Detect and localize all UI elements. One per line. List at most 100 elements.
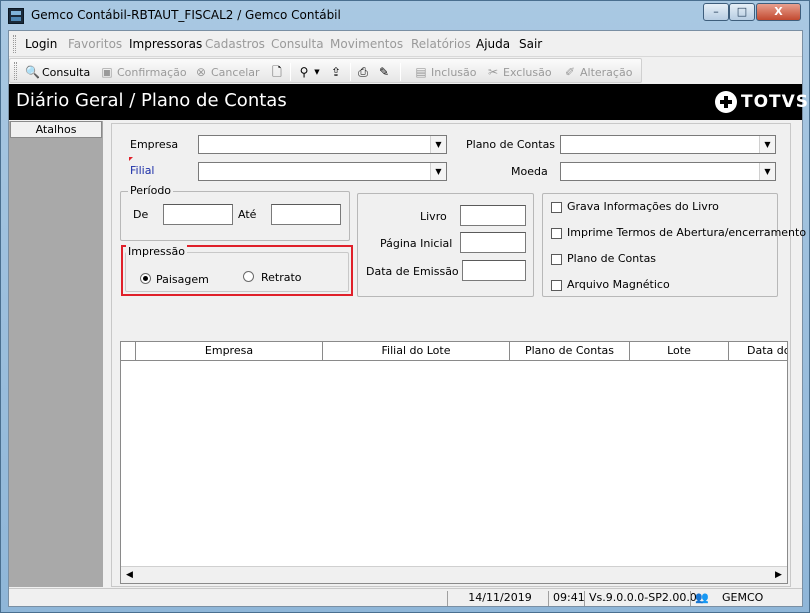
arquivo-magnetico-label[interactable]: Arquivo Magnético (567, 278, 670, 291)
menu-sair[interactable]: Sair (519, 37, 542, 51)
chevron-down-icon[interactable]: ▼ (430, 163, 446, 180)
menu-consulta[interactable]: Consulta (271, 37, 324, 51)
retrato-label[interactable]: Retrato (261, 271, 302, 284)
minimize-button[interactable]: – (703, 3, 729, 21)
consulta-label: Consulta (42, 65, 91, 79)
menu-login[interactable]: Login (25, 37, 57, 51)
binoculars-icon: ⚲ (299, 65, 309, 79)
menu-ajuda[interactable]: Ajuda (476, 37, 510, 51)
empresa-label: Empresa (130, 138, 179, 151)
plano-contas-checkbox[interactable] (551, 254, 562, 265)
app-icon (8, 8, 24, 24)
livro-group: Livro Página Inicial Data de Emissão (357, 193, 534, 297)
imprime-termos-checkbox[interactable] (551, 228, 562, 239)
retrato-radio[interactable] (243, 271, 254, 282)
cancelar-label: Cancelar (211, 65, 260, 79)
alteracao-button[interactable]: ✐ Alteração (563, 64, 632, 80)
plano-contas-select[interactable]: ▼ (560, 135, 776, 154)
search-button[interactable]: ⚲ ▼ (297, 64, 320, 80)
arquivo-magnetico-checkbox[interactable] (551, 280, 562, 291)
options-group: Grava Informações do Livro Imprime Termo… (542, 193, 806, 297)
grava-informacoes-label[interactable]: Grava Informações do Livro (567, 200, 719, 213)
main-panel: Empresa ▼ Filial ▼ Plano de Contas ▼ Moe… (111, 123, 806, 587)
moeda-label: Moeda (511, 165, 548, 178)
data-grid[interactable]: Empresa Filial do Lote Plano de Contas L… (120, 341, 788, 584)
chevron-down-icon[interactable]: ▼ (759, 136, 775, 153)
periodo-group: Período De Até (120, 184, 350, 241)
chevron-down-icon[interactable]: ▼ (759, 163, 775, 180)
scroll-right-icon[interactable]: ▶ (770, 567, 787, 583)
grid-header-indicator[interactable] (121, 342, 136, 360)
impressao-legend: Impressão (126, 245, 187, 258)
grava-informacoes-checkbox[interactable] (551, 202, 562, 213)
print-button[interactable]: ⎙ (356, 64, 370, 80)
toolbar-separator (400, 63, 401, 81)
add-record-icon: ▤ (415, 65, 427, 79)
app-window: Gemco Contábil-RBTAUT_FISCAL2 / Gemco Co… (0, 0, 810, 613)
totvs-logo-icon (715, 91, 737, 113)
client-area: Login Favoritos Impressoras Cadastros Co… (8, 30, 808, 607)
new-document-button[interactable]: 🗋 (270, 64, 284, 80)
totvs-logo: TOTVS (715, 91, 809, 113)
imprime-termos-label[interactable]: Imprime Termos de Abertura/encerramento (567, 226, 806, 239)
grid-header-empresa[interactable]: Empresa (136, 342, 323, 360)
horizontal-scrollbar[interactable]: ◀ ▶ (121, 566, 787, 583)
paisagem-label[interactable]: Paisagem (156, 273, 209, 286)
cancelar-button[interactable]: ⊗ Cancelar (194, 64, 260, 80)
plano-contas-option-label[interactable]: Plano de Contas (567, 252, 656, 265)
menu-favoritos[interactable]: Favoritos (68, 37, 122, 51)
export-button[interactable]: ⇪ (329, 64, 343, 80)
sidebar: Atalhos (9, 121, 103, 587)
menu-relatorios[interactable]: Relatórios (411, 37, 471, 51)
ate-label: Até (238, 208, 257, 221)
menu-bar: Login Favoritos Impressoras Cadastros Co… (9, 31, 802, 57)
cancel-icon: ⊗ (195, 65, 207, 79)
toolbar-separator (290, 63, 291, 81)
maximize-button[interactable]: □ (729, 3, 755, 21)
scroll-left-icon[interactable]: ◀ (121, 567, 138, 583)
empresa-select[interactable]: ▼ (198, 135, 447, 154)
totvs-logo-text: TOTVS (741, 92, 810, 112)
dropdown-arrow-icon: ▼ (314, 68, 320, 76)
pagina-inicial-input[interactable] (460, 232, 526, 253)
confirmacao-button[interactable]: ▣ Confirmação (100, 64, 186, 80)
data-emissao-input[interactable] (462, 260, 526, 281)
data-emissao-label: Data de Emissão (366, 265, 459, 278)
chevron-down-icon[interactable]: ▼ (430, 136, 446, 153)
export-icon: ⇪ (330, 65, 342, 79)
de-label: De (133, 208, 149, 221)
filial-label: Filial (130, 164, 155, 177)
grid-header-plano-contas[interactable]: Plano de Contas (510, 342, 630, 360)
save-icon: ▣ (101, 65, 113, 79)
edit-record-icon: ✐ (564, 65, 576, 79)
grid-header: Empresa Filial do Lote Plano de Contas L… (121, 342, 787, 361)
toolbar-grip (14, 62, 17, 80)
grid-header-lote[interactable]: Lote (630, 342, 729, 360)
page-title: Diário Geral / Plano de Contas (16, 90, 287, 111)
moeda-select[interactable]: ▼ (560, 162, 776, 181)
paisagem-radio[interactable] (140, 273, 151, 284)
alteracao-label: Alteração (580, 65, 633, 79)
close-button[interactable]: X (756, 3, 801, 21)
de-date-input[interactable] (163, 204, 233, 225)
report-button[interactable]: ✎ (377, 64, 391, 80)
livro-input[interactable] (460, 205, 526, 226)
menu-impressoras[interactable]: Impressoras (129, 37, 202, 51)
grid-header-data[interactable]: Data do (729, 342, 787, 360)
menu-cadastros[interactable]: Cadastros (205, 37, 265, 51)
consulta-button[interactable]: 🔍 Consulta (25, 64, 90, 80)
status-user: 👥 (690, 591, 718, 606)
inclusao-button[interactable]: ▤ Inclusão (414, 64, 476, 80)
filial-select[interactable]: ▼ (198, 162, 447, 181)
toolbar-separator (350, 63, 351, 81)
menu-movimentos[interactable]: Movimentos (330, 37, 403, 51)
exclusao-button[interactable]: ✂ Exclusão (486, 64, 552, 80)
report-icon: ✎ (378, 65, 390, 79)
window-title: Gemco Contábil-RBTAUT_FISCAL2 / Gemco Co… (31, 8, 341, 22)
document-icon: 🗋 (272, 65, 282, 79)
title-bar[interactable]: Gemco Contábil-RBTAUT_FISCAL2 / Gemco Co… (1, 1, 809, 30)
sidebar-tab-atalhos[interactable]: Atalhos (10, 121, 102, 138)
grid-header-filial-lote[interactable]: Filial do Lote (323, 342, 510, 360)
ate-date-input[interactable] (271, 204, 341, 225)
page-header: Diário Geral / Plano de Contas TOTVS (9, 84, 808, 120)
